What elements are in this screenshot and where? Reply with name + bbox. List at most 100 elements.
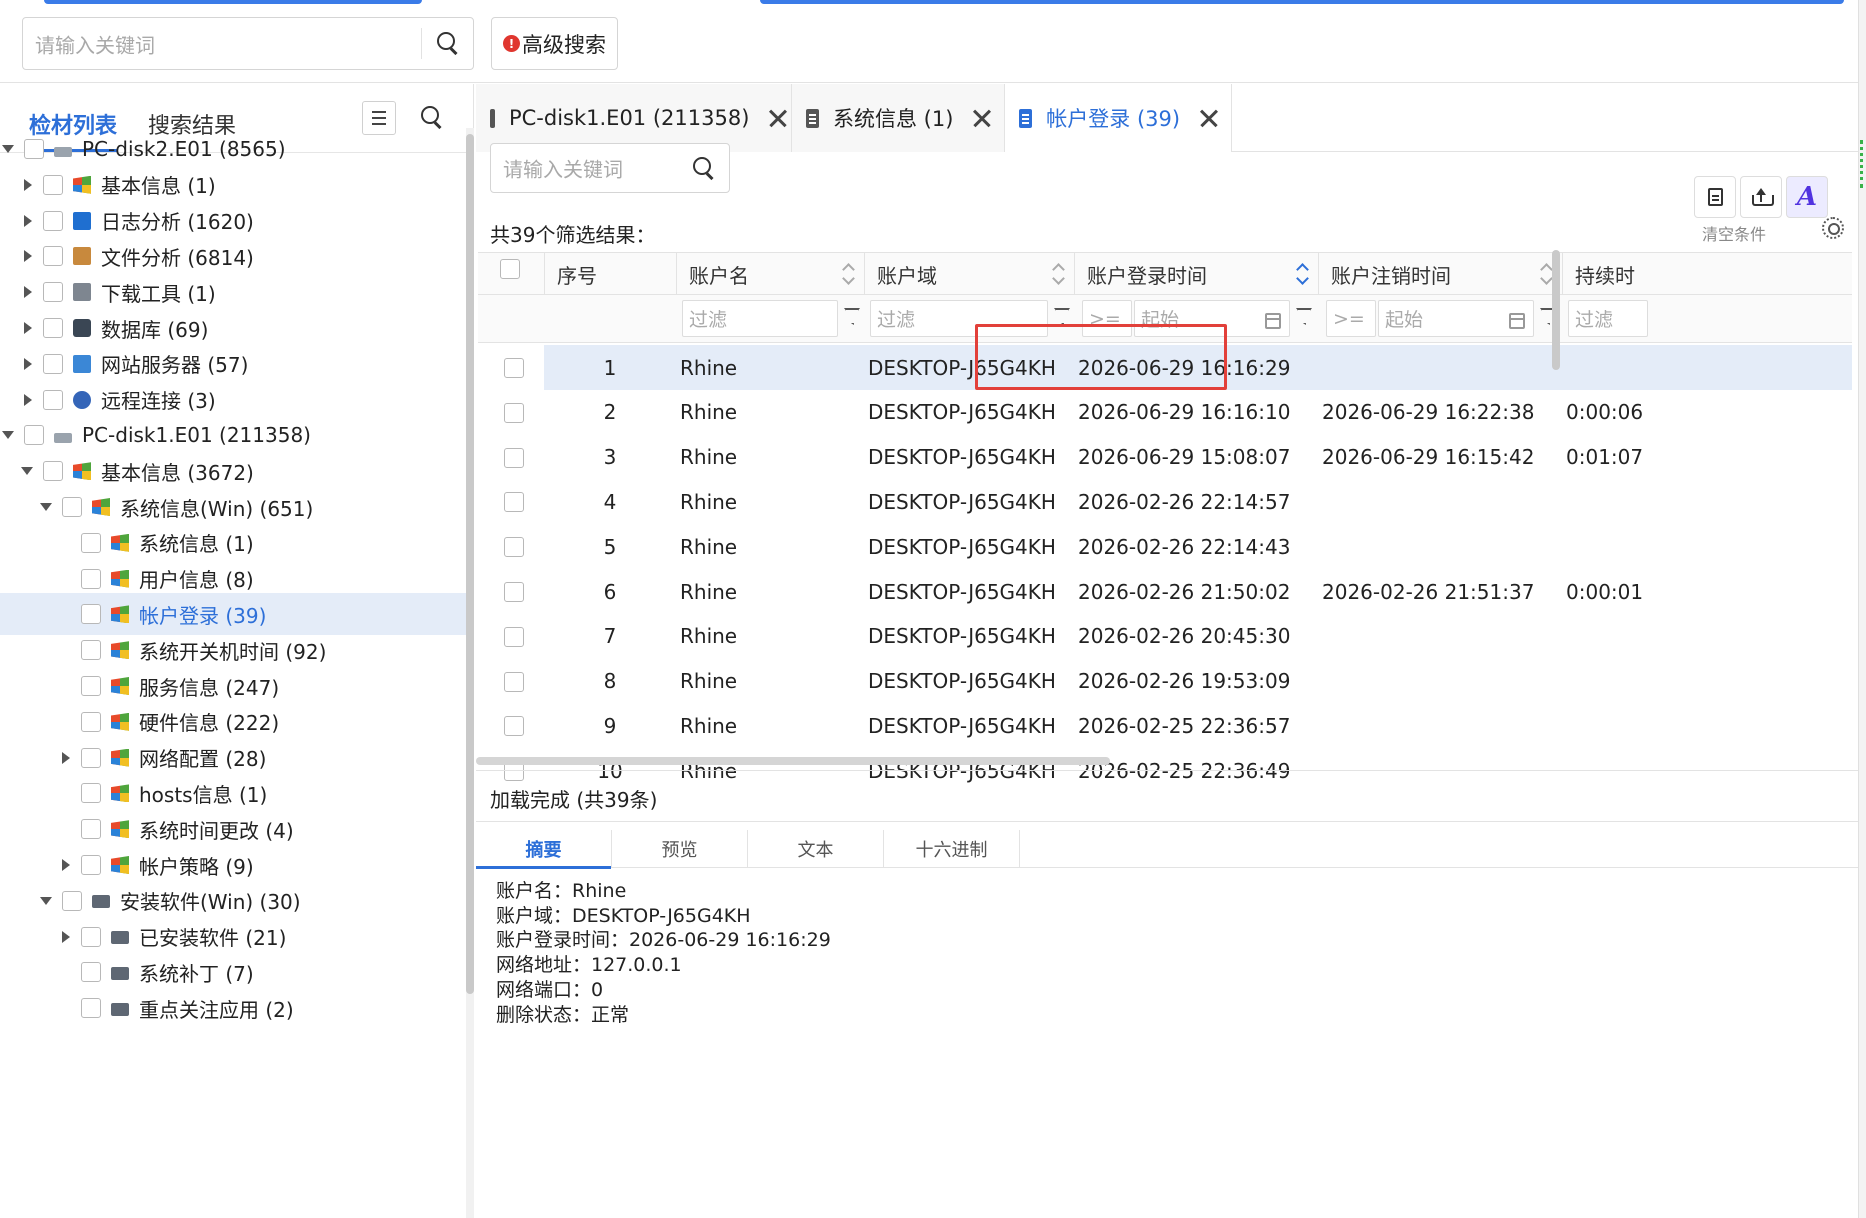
row-checkbox[interactable] (504, 626, 524, 647)
tree-checkbox[interactable] (43, 174, 63, 195)
caret-right-icon[interactable] (21, 285, 35, 299)
logout-operator-select[interactable]: >= (1326, 300, 1376, 337)
table-search-input[interactable]: 请输入关键词 (490, 143, 730, 193)
upload-button[interactable] (1740, 176, 1782, 218)
tree-checkbox[interactable] (24, 139, 44, 159)
tree-checkbox[interactable] (81, 676, 101, 696)
row-checkbox[interactable] (504, 716, 524, 737)
tree-scrollbar[interactable] (466, 128, 474, 1218)
table-row[interactable]: 3 Rhine DESKTOP-J65G4KH 2026-06-29 15:08:07… (478, 435, 1852, 480)
caret-right-icon[interactable] (59, 858, 73, 872)
tree-checkbox[interactable] (81, 640, 101, 661)
account-filter-input[interactable]: 过滤 (682, 300, 838, 337)
tree-checkbox[interactable] (81, 747, 101, 768)
tab-preview[interactable]: 预览 (612, 830, 748, 868)
table-row[interactable]: 6 Rhine DESKTOP-J65G4KH 2026-02-26 21:50:02… (478, 569, 1852, 614)
ai-assistant-button[interactable]: A (1786, 176, 1828, 218)
tree-checkbox[interactable] (81, 855, 101, 875)
caret-down-icon[interactable] (2, 428, 16, 442)
clear-conditions-link[interactable]: 清空条件 (1702, 221, 1766, 245)
table-vertical-scrollbar[interactable] (1552, 250, 1560, 370)
row-checkbox[interactable] (504, 447, 524, 468)
select-all-checkbox[interactable] (500, 259, 520, 279)
tree-checkbox[interactable] (43, 353, 63, 374)
table-horizontal-scrollbar[interactable] (476, 757, 1110, 765)
tree-checkbox[interactable] (43, 318, 63, 338)
filter-icon[interactable] (844, 308, 860, 325)
caret-down-icon[interactable] (21, 464, 35, 478)
tree-checkbox[interactable] (81, 532, 101, 553)
row-checkbox[interactable] (504, 582, 524, 602)
gear-icon[interactable] (1822, 217, 1844, 239)
tree-checkbox[interactable] (81, 819, 101, 840)
filter-icon[interactable] (1296, 308, 1312, 325)
tab-text[interactable]: 文本 (748, 830, 884, 868)
row-checkbox[interactable] (504, 402, 524, 423)
tab-account-login[interactable]: 帐户登录 (39) (1005, 84, 1232, 152)
search-icon[interactable] (437, 32, 459, 54)
panel-search-icon[interactable] (421, 106, 443, 128)
sort-icon[interactable] (1054, 265, 1064, 283)
tree-checkbox[interactable] (81, 568, 101, 589)
tree-checkbox[interactable] (43, 389, 63, 410)
tab-summary[interactable]: 摘要 (476, 830, 612, 869)
tree-checkbox[interactable] (81, 783, 101, 804)
column-duration[interactable]: 持续时 (1562, 253, 1852, 295)
caret-right-icon[interactable] (21, 393, 35, 407)
sort-icon[interactable] (844, 265, 854, 283)
tree-checkbox[interactable] (43, 246, 63, 267)
tree-checkbox[interactable] (43, 210, 63, 231)
row-checkbox[interactable] (504, 358, 524, 378)
row-checkbox[interactable] (504, 492, 524, 513)
caret-right-icon[interactable] (59, 751, 73, 765)
duration-filter-input[interactable]: 过滤 (1568, 300, 1648, 337)
table-row[interactable]: 2 Rhine DESKTOP-J65G4KH 2026-06-29 16:16:10… (478, 390, 1852, 435)
advanced-search-button[interactable]: ! 高级搜索 (491, 17, 618, 70)
tree-checkbox[interactable] (81, 604, 101, 625)
column-account[interactable]: 账户名 (676, 253, 864, 295)
logout-start-input[interactable]: 起始 (1378, 300, 1534, 337)
search-icon[interactable] (693, 157, 715, 179)
tree-checkbox[interactable] (43, 461, 63, 482)
column-logout-time[interactable]: 账户注销时间 (1318, 253, 1562, 295)
sort-icon[interactable] (1542, 265, 1552, 283)
tree-checkbox[interactable] (81, 926, 101, 947)
tree-checkbox[interactable] (62, 497, 82, 517)
caret-right-icon[interactable] (21, 357, 35, 371)
row-checkbox[interactable] (504, 537, 524, 558)
tab-system-info[interactable]: 系统信息 (1) (792, 84, 1005, 152)
tree-item[interactable]: 重点关注应用 (2) (0, 987, 466, 1029)
table-row[interactable]: 9 Rhine DESKTOP-J65G4KH 2026-02-25 22:36:57 (478, 703, 1852, 748)
row-checkbox[interactable] (504, 671, 524, 692)
column-login-time[interactable]: 账户登录时间 (1074, 253, 1318, 295)
tree-checkbox[interactable] (43, 282, 63, 303)
caret-right-icon[interactable] (21, 321, 35, 335)
calendar-icon[interactable] (1265, 313, 1281, 329)
tree-checkbox[interactable] (24, 425, 44, 446)
table-row[interactable]: 7 Rhine DESKTOP-J65G4KH 2026-02-26 20:45:30 (478, 614, 1852, 659)
caret-down-icon[interactable] (2, 142, 16, 156)
tree-checkbox[interactable] (81, 998, 101, 1019)
caret-down-icon[interactable] (40, 894, 54, 908)
close-icon[interactable] (973, 109, 988, 127)
global-search-input[interactable]: 请输入关键词 (22, 17, 474, 70)
tab-pc-disk1[interactable]: PC-disk1.E01 (211358) (476, 84, 792, 152)
tree-checkbox[interactable] (81, 962, 101, 983)
close-icon[interactable] (1200, 109, 1215, 127)
column-domain[interactable]: 账户域 (864, 253, 1074, 295)
column-seq[interactable]: 序号 (544, 253, 676, 295)
tree-checkbox[interactable] (81, 711, 101, 732)
caret-right-icon[interactable] (21, 178, 35, 192)
close-icon[interactable] (769, 109, 775, 127)
caret-right-icon[interactable] (59, 930, 73, 944)
tree-checkbox[interactable] (62, 890, 82, 911)
tab-hex[interactable]: 十六进制 (884, 830, 1020, 868)
caret-right-icon[interactable] (21, 249, 35, 263)
caret-down-icon[interactable] (40, 500, 54, 514)
filter-icon[interactable] (1054, 308, 1070, 325)
table-row[interactable]: 4 Rhine DESKTOP-J65G4KH 2026-02-26 22:14:57 (478, 479, 1852, 524)
caret-right-icon[interactable] (21, 214, 35, 228)
table-row[interactable]: 8 Rhine DESKTOP-J65G4KH 2026-02-26 19:53:09 (478, 659, 1852, 704)
export-document-button[interactable] (1694, 176, 1736, 218)
table-row[interactable]: 5 Rhine DESKTOP-J65G4KH 2026-02-26 22:14:43 (478, 524, 1852, 569)
